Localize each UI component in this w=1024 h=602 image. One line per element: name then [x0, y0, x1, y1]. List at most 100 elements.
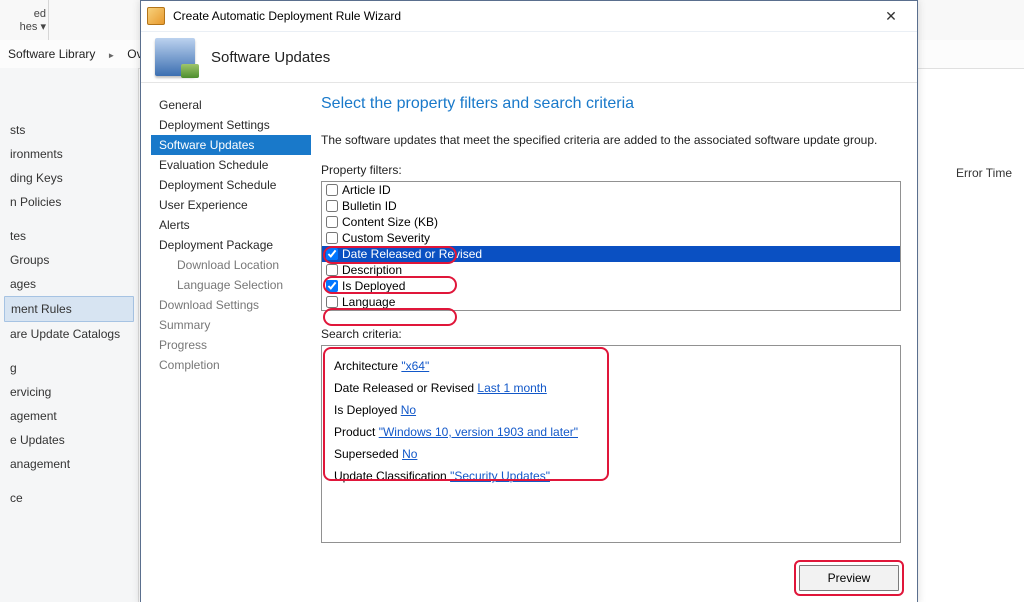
- bg-nav-item[interactable]: ages: [0, 272, 138, 296]
- bg-nav-item[interactable]: ce: [0, 486, 138, 510]
- breadcrumb-item-sw-library[interactable]: Software Library: [8, 47, 95, 61]
- filter-label: Description: [342, 263, 402, 277]
- wizard-step[interactable]: Download Location: [155, 255, 319, 275]
- wizard-steps-nav[interactable]: GeneralDeployment SettingsSoftware Updat…: [141, 83, 319, 602]
- bg-nav-item[interactable]: [0, 214, 138, 224]
- close-button[interactable]: ✕: [871, 4, 911, 28]
- filter-row[interactable]: Product: [322, 310, 900, 311]
- filter-row[interactable]: Is Deployed: [322, 278, 900, 294]
- criteria-row: Update Classification "Security Updates": [334, 466, 888, 486]
- criteria-name: Architecture: [334, 359, 401, 373]
- filter-label: Content Size (KB): [342, 215, 438, 229]
- filter-row[interactable]: Custom Severity: [322, 230, 900, 246]
- wizard-icon: [147, 7, 165, 25]
- wizard-step[interactable]: Software Updates: [151, 135, 311, 155]
- bg-nav-item[interactable]: anagement: [0, 452, 138, 476]
- criteria-row: Architecture "x64": [334, 356, 888, 376]
- wizard-step[interactable]: Download Settings: [155, 295, 319, 315]
- criteria-row: Product "Windows 10, version 1903 and la…: [334, 422, 888, 442]
- wizard-step[interactable]: Language Selection: [155, 275, 319, 295]
- bg-nav-item[interactable]: ervicing: [0, 380, 138, 404]
- software-updates-icon: [155, 38, 195, 76]
- bg-nav-item[interactable]: are Update Catalogs: [0, 322, 138, 346]
- criteria-row: Superseded No: [334, 444, 888, 464]
- criteria-row: Is Deployed No: [334, 400, 888, 420]
- column-header-error-time[interactable]: Error Time: [956, 166, 1012, 180]
- wizard-step[interactable]: Deployment Package: [155, 235, 319, 255]
- filter-row[interactable]: Article ID: [322, 182, 900, 198]
- filter-label: Is Deployed: [342, 279, 405, 293]
- dialog-title: Create Automatic Deployment Rule Wizard: [173, 9, 871, 23]
- criteria-name: Is Deployed: [334, 403, 401, 417]
- bg-nav-item[interactable]: ment Rules: [4, 296, 134, 322]
- bg-nav-item[interactable]: Groups: [0, 248, 138, 272]
- chevron-right-icon: [103, 47, 119, 61]
- step-banner-title: Software Updates: [211, 49, 330, 66]
- page-heading: Select the property filters and search c…: [321, 95, 901, 113]
- filter-label: Language: [342, 295, 395, 309]
- filter-row[interactable]: Description: [322, 262, 900, 278]
- bg-left-nav[interactable]: stsironmentsding Keysn Policies tesGroups…: [0, 68, 139, 602]
- bg-nav-item[interactable]: n Policies: [0, 190, 138, 214]
- preview-button[interactable]: Preview: [799, 565, 899, 591]
- filter-checkbox[interactable]: [326, 232, 338, 244]
- criteria-name: Product: [334, 425, 379, 439]
- wizard-step[interactable]: Progress: [155, 335, 319, 355]
- filter-checkbox[interactable]: [326, 216, 338, 228]
- wizard-step[interactable]: Summary: [155, 315, 319, 335]
- filter-checkbox[interactable]: [326, 280, 338, 292]
- bg-nav-item[interactable]: [0, 346, 138, 356]
- criteria-value-link[interactable]: "Windows 10, version 1903 and later": [379, 425, 578, 439]
- bg-nav-item[interactable]: sts: [0, 118, 138, 142]
- create-adr-wizard-dialog: Create Automatic Deployment Rule Wizard …: [140, 0, 918, 602]
- criteria-name: Date Released or Revised: [334, 381, 477, 395]
- step-banner: Software Updates: [141, 32, 917, 83]
- filter-checkbox[interactable]: [326, 296, 338, 308]
- wizard-step[interactable]: Deployment Settings: [155, 115, 319, 135]
- filter-checkbox[interactable]: [326, 184, 338, 196]
- property-filters-listbox[interactable]: Article ID Bulletin ID Content Size (KB) Cu…: [321, 181, 901, 311]
- ribbon-line2: hes ▾: [20, 20, 46, 33]
- filter-checkbox[interactable]: [326, 248, 338, 260]
- criteria-value-link[interactable]: No: [401, 403, 416, 417]
- bg-nav-item[interactable]: g: [0, 356, 138, 380]
- property-filters-label: Property filters:: [321, 163, 901, 177]
- filter-row[interactable]: Date Released or Revised: [322, 246, 900, 262]
- wizard-step[interactable]: Evaluation Schedule: [155, 155, 319, 175]
- page-description: The software updates that meet the speci…: [321, 133, 901, 147]
- titlebar[interactable]: Create Automatic Deployment Rule Wizard …: [141, 1, 917, 32]
- filter-label: Article ID: [342, 183, 391, 197]
- filter-row[interactable]: Language: [322, 294, 900, 310]
- filter-label: Date Released or Revised: [342, 247, 482, 261]
- criteria-name: Update Classification: [334, 469, 450, 483]
- criteria-value-link[interactable]: "Security Updates": [450, 469, 550, 483]
- filter-row[interactable]: Bulletin ID: [322, 198, 900, 214]
- ribbon-line1: ed: [34, 8, 46, 20]
- bg-nav-item[interactable]: ding Keys: [0, 166, 138, 190]
- bg-nav-item[interactable]: agement: [0, 404, 138, 428]
- bg-nav-item[interactable]: [0, 476, 138, 486]
- wizard-step[interactable]: Alerts: [155, 215, 319, 235]
- criteria-value-link[interactable]: Last 1 month: [477, 381, 546, 395]
- wizard-step[interactable]: Completion: [155, 355, 319, 375]
- criteria-name: Superseded: [334, 447, 402, 461]
- filter-checkbox[interactable]: [326, 264, 338, 276]
- bg-nav-item[interactable]: ironments: [0, 142, 138, 166]
- filter-row[interactable]: Content Size (KB): [322, 214, 900, 230]
- criteria-row: Date Released or Revised Last 1 month: [334, 378, 888, 398]
- bg-nav-item[interactable]: e Updates: [0, 428, 138, 452]
- wizard-step-content: Select the property filters and search c…: [319, 83, 917, 602]
- wizard-button-row: Preview: [799, 565, 899, 591]
- criteria-value-link[interactable]: "x64": [401, 359, 429, 373]
- search-criteria-box[interactable]: Architecture "x64"Date Released or Revis…: [321, 345, 901, 543]
- search-criteria-label: Search criteria:: [321, 327, 901, 341]
- filter-label: Custom Severity: [342, 231, 430, 245]
- filter-checkbox[interactable]: [326, 200, 338, 212]
- criteria-value-link[interactable]: No: [402, 447, 417, 461]
- bg-nav-item[interactable]: tes: [0, 224, 138, 248]
- filter-label: Bulletin ID: [342, 199, 397, 213]
- wizard-step[interactable]: User Experience: [155, 195, 319, 215]
- wizard-step[interactable]: General: [155, 95, 319, 115]
- wizard-step[interactable]: Deployment Schedule: [155, 175, 319, 195]
- ribbon-chunk[interactable]: ed hes ▾: [0, 0, 49, 41]
